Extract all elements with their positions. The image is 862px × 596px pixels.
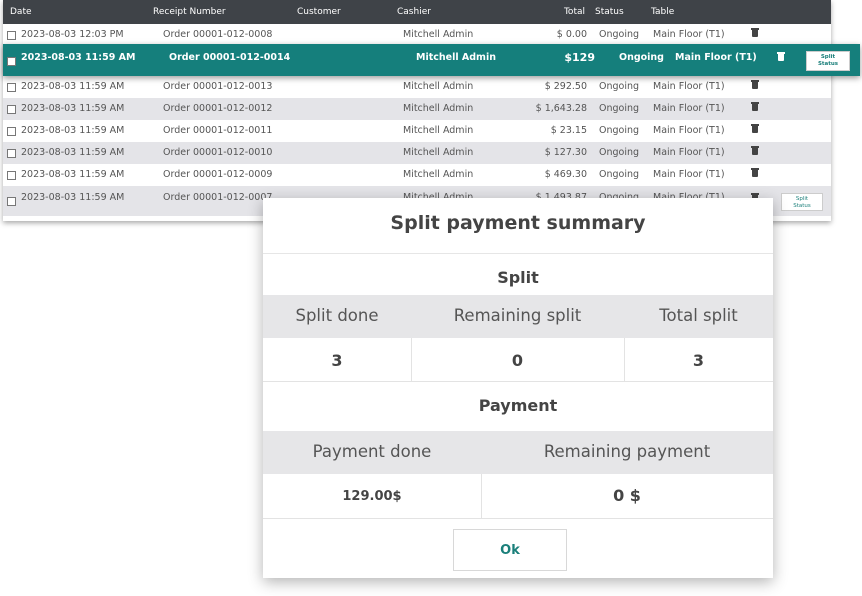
row-receipt: Order 00001-012-0011	[163, 125, 273, 136]
row-total: $ 469.30	[544, 169, 587, 180]
row-table: Main Floor (T1)	[675, 52, 757, 63]
row-status: Ongoing	[599, 29, 640, 40]
split-status-button[interactable]: Split Status	[806, 51, 850, 71]
split-done-value: 3	[331, 351, 343, 370]
payment-done-value: 129.00$	[342, 489, 402, 504]
payment-header-row: Payment done Remaining payment	[263, 431, 773, 474]
split-payment-dialog: Split payment summary Split Split done R…	[263, 198, 773, 578]
remaining-payment-label: Remaining payment	[543, 442, 711, 461]
row-checkbox[interactable]	[7, 57, 16, 66]
total-split-label: Total split	[659, 306, 738, 325]
col-receipt-number[interactable]: Receipt Number	[153, 7, 226, 17]
dialog-footer: Ok	[263, 518, 773, 579]
row-date: 2023-08-03 12:03 PM	[21, 29, 124, 40]
row-receipt: Order 00001-012-0014	[169, 52, 291, 63]
row-total: $129	[564, 51, 595, 64]
row-table: Main Floor (T1)	[653, 169, 725, 180]
table-row[interactable]: 2023-08-03 11:59 AM Order 00001-012-0012…	[3, 98, 831, 120]
row-cashier: Mitchell Admin	[403, 125, 474, 136]
row-status: Ongoing	[599, 147, 640, 158]
row-receipt: Order 00001-012-0007	[163, 192, 273, 203]
row-table: Main Floor (T1)	[653, 29, 725, 40]
row-date: 2023-08-03 11:59 AM	[21, 52, 136, 63]
row-checkbox[interactable]	[7, 197, 16, 206]
row-date: 2023-08-03 11:59 AM	[21, 192, 125, 203]
row-table: Main Floor (T1)	[653, 125, 725, 136]
row-receipt: Order 00001-012-0010	[163, 147, 273, 158]
row-receipt: Order 00001-012-0009	[163, 169, 273, 180]
table-row[interactable]: 2023-08-03 12:03 PM Order 00001-012-0008…	[3, 24, 831, 46]
table-row[interactable]: 2023-08-03 11:59 AM Order 00001-012-0010…	[3, 142, 831, 164]
row-total: $ 127.30	[544, 147, 587, 158]
row-status: Ongoing	[599, 125, 640, 136]
row-cashier: Mitchell Admin	[403, 81, 474, 92]
row-date: 2023-08-03 11:59 AM	[21, 103, 125, 114]
orders-table: Date Receipt Number Customer Cashier Tot…	[3, 0, 860, 221]
col-date[interactable]: Date	[10, 7, 32, 17]
trash-icon[interactable]	[777, 52, 785, 61]
row-cashier: Mitchell Admin	[403, 169, 474, 180]
row-table: Main Floor (T1)	[653, 103, 725, 114]
row-total: $ 292.50	[544, 81, 587, 92]
row-checkbox[interactable]	[7, 127, 16, 136]
col-cashier[interactable]: Cashier	[397, 7, 431, 17]
row-status: Ongoing	[619, 52, 664, 63]
row-total: $ 23.15	[550, 125, 587, 136]
row-cashier: Mitchell Admin	[403, 103, 474, 114]
row-receipt: Order 00001-012-0013	[163, 81, 273, 92]
ok-button[interactable]: Ok	[453, 529, 567, 571]
trash-icon[interactable]	[751, 80, 759, 89]
table-row[interactable]: 2023-08-03 11:59 AM Order 00001-012-0013…	[3, 76, 831, 98]
col-status[interactable]: Status	[595, 7, 624, 17]
remaining-split-value: 0	[511, 351, 524, 370]
table-row-selected[interactable]: 2023-08-03 11:59 AM Order 00001-012-0014…	[3, 44, 860, 76]
row-table: Main Floor (T1)	[653, 81, 725, 92]
table-header: Date Receipt Number Customer Cashier Tot…	[3, 0, 831, 24]
payment-value-row: 129.00$ 0 $	[263, 474, 773, 519]
row-receipt: Order 00001-012-0012	[163, 103, 273, 114]
split-header-row: Split done Remaining split Total split	[263, 295, 773, 338]
trash-icon[interactable]	[751, 102, 759, 111]
row-checkbox[interactable]	[7, 105, 16, 114]
row-status: Ongoing	[599, 81, 640, 92]
split-value-row: 3 0 3	[263, 338, 773, 382]
row-cashier: Mitchell Admin	[403, 29, 474, 40]
row-table: Main Floor (T1)	[653, 147, 725, 158]
payment-done-label: Payment done	[312, 442, 432, 461]
dialog-title: Split payment summary	[263, 198, 773, 254]
row-checkbox[interactable]	[7, 149, 16, 158]
table-row[interactable]: 2023-08-03 11:59 AM Order 00001-012-0011…	[3, 120, 831, 142]
row-total: $ 0.00	[556, 29, 587, 40]
col-customer[interactable]: Customer	[297, 7, 341, 17]
trash-icon[interactable]	[751, 28, 759, 37]
payment-heading: Payment	[478, 396, 558, 415]
row-receipt: Order 00001-012-0008	[163, 29, 273, 40]
row-total: $ 1,643.28	[535, 103, 587, 114]
trash-icon[interactable]	[751, 124, 759, 133]
split-heading: Split	[497, 268, 539, 287]
row-checkbox[interactable]	[7, 171, 16, 180]
row-date: 2023-08-03 11:59 AM	[21, 125, 125, 136]
row-status: Ongoing	[599, 169, 640, 180]
table-row[interactable]: 2023-08-03 11:59 AM Order 00001-012-0009…	[3, 164, 831, 186]
split-done-label: Split done	[295, 306, 379, 325]
split-status-button[interactable]: Split Status	[781, 193, 823, 211]
col-total[interactable]: Total	[555, 7, 585, 17]
row-checkbox[interactable]	[7, 83, 16, 92]
remaining-split-label: Remaining split	[453, 306, 582, 325]
remaining-payment-value: 0 $	[613, 486, 641, 505]
row-date: 2023-08-03 11:59 AM	[21, 169, 125, 180]
row-status: Ongoing	[599, 103, 640, 114]
row-date: 2023-08-03 11:59 AM	[21, 147, 125, 158]
col-table[interactable]: Table	[651, 7, 674, 17]
row-cashier: Mitchell Admin	[416, 52, 496, 63]
total-split-value: 3	[692, 351, 705, 370]
row-cashier: Mitchell Admin	[403, 147, 474, 158]
trash-icon[interactable]	[751, 168, 759, 177]
trash-icon[interactable]	[751, 146, 759, 155]
row-checkbox[interactable]	[7, 31, 16, 40]
row-date: 2023-08-03 11:59 AM	[21, 81, 125, 92]
